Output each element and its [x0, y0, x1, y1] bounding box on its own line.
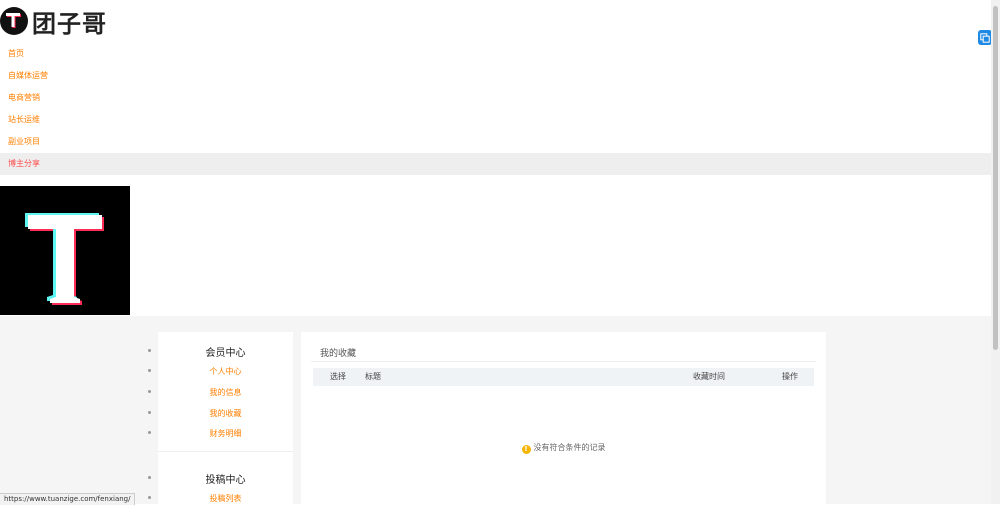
- list-bullet: [148, 369, 151, 372]
- list-bullet: [148, 390, 151, 393]
- nav-item-webmaster[interactable]: 站长运维: [0, 109, 991, 131]
- column-header-time: 收藏时间: [693, 372, 725, 381]
- list-bullet: [148, 411, 151, 414]
- scrollbar-thumb[interactable]: [993, 6, 998, 350]
- empty-message: 没有符合条件的记录: [533, 443, 606, 452]
- sidebar-item-profile[interactable]: 个人中心: [158, 366, 293, 377]
- column-header-action: 操作: [782, 372, 798, 381]
- sidebar-item-finance[interactable]: 财务明细: [158, 428, 293, 439]
- page-scrollbar[interactable]: [991, 0, 1000, 504]
- float-translate-button[interactable]: [978, 30, 992, 45]
- status-link-preview: https://www.tuanzige.com/fenxiang/: [0, 493, 136, 505]
- nav-item-blogger[interactable]: 博主分享: [0, 153, 991, 175]
- translate-icon: [980, 32, 990, 43]
- list-bullet: [148, 476, 151, 479]
- sidebar-item-favorites[interactable]: 我的收藏: [158, 408, 293, 419]
- brand-name: 团子哥: [32, 9, 107, 38]
- list-bullet: [148, 431, 151, 434]
- empty-state: ! 没有符合条件的记录: [301, 442, 826, 454]
- nav-item-media[interactable]: 自媒体运营: [0, 65, 991, 87]
- t-logo-icon: [0, 7, 28, 35]
- t-banner-icon: [25, 213, 104, 305]
- member-center-title: 会员中心: [205, 348, 246, 359]
- site-logo[interactable]: 团子哥: [0, 6, 107, 38]
- sidebar-divider: [158, 451, 293, 452]
- column-header-title: 标题: [365, 372, 381, 381]
- panel-title: 我的收藏: [320, 349, 357, 359]
- nav-item-ecommerce[interactable]: 电商营销: [0, 87, 991, 109]
- favorites-panel: 我的收藏 选择 标题 收藏时间 操作 ! 没有符合条件的记录: [301, 332, 826, 504]
- nav-item-home[interactable]: 首页: [0, 43, 991, 65]
- table-header: 选择 标题 收藏时间 操作: [313, 368, 814, 386]
- list-bullet: [148, 496, 151, 499]
- banner-image: [0, 186, 130, 315]
- warning-icon: !: [521, 445, 531, 454]
- list-bullet: [148, 349, 151, 352]
- main-nav: 首页 自媒体运营 电商营销 站长运维 副业项目 博主分享: [0, 43, 991, 175]
- member-sidebar: 会员中心 个人中心 我的信息 我的收藏 财务明细 投稿中心 投稿列表: [158, 332, 293, 504]
- panel-divider: [311, 361, 816, 362]
- sidebar-item-my-info[interactable]: 我的信息: [158, 387, 293, 398]
- sidebar-item-submissions[interactable]: 投稿列表: [158, 493, 293, 504]
- nav-item-side-project[interactable]: 副业项目: [0, 131, 991, 153]
- column-header-select: 选择: [330, 372, 346, 381]
- submit-center-title: 投稿中心: [205, 475, 246, 486]
